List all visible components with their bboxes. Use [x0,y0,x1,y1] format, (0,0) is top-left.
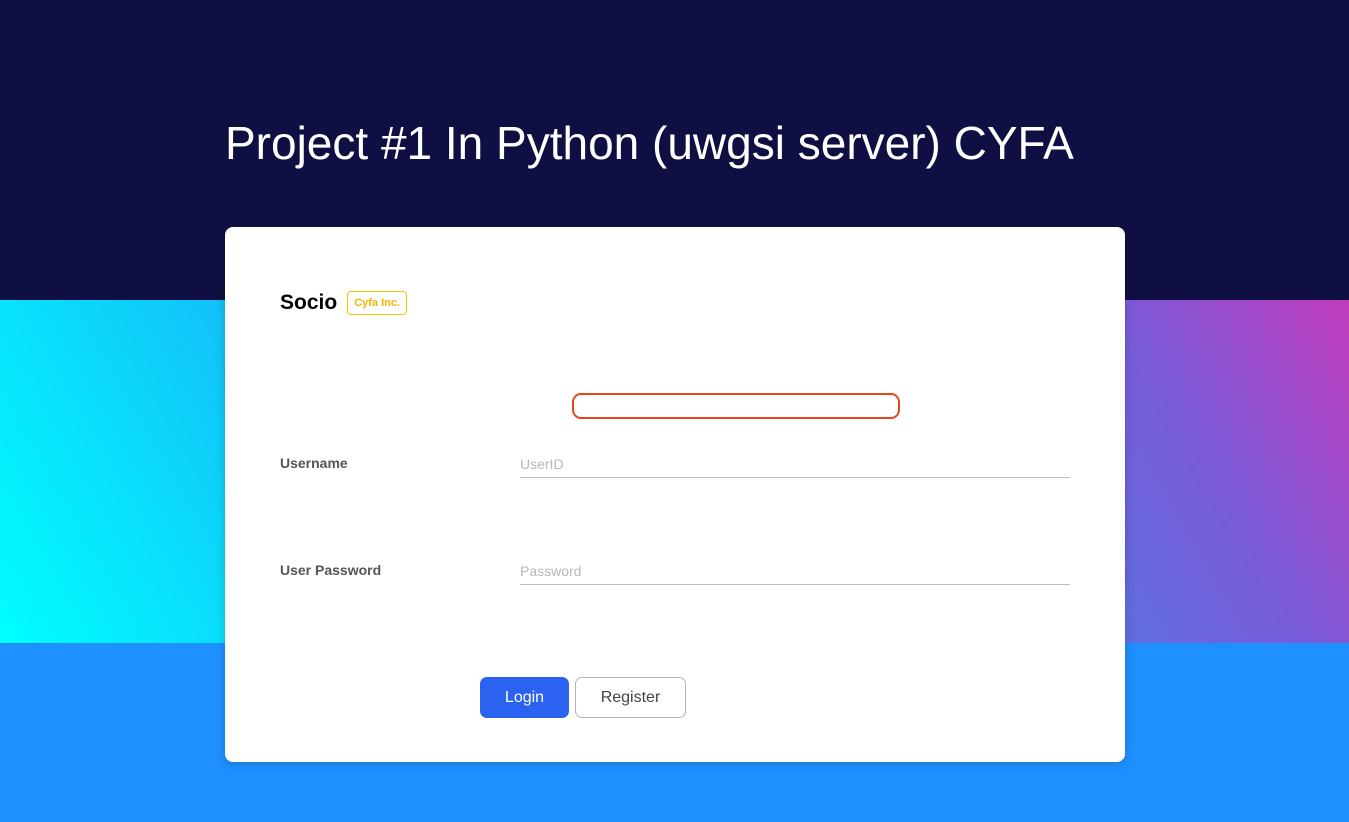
login-card: Socio Cyfa Inc. Username User Password L… [225,227,1125,762]
password-input[interactable] [520,558,1070,585]
login-button[interactable]: Login [480,677,569,718]
password-label: User Password [280,562,382,578]
error-message-box [572,393,900,419]
page-title: Project #1 In Python (uwgsi server) CYFA [225,117,1074,169]
username-input[interactable] [520,451,1070,478]
username-label: Username [280,455,348,471]
brand-badge: Cyfa Inc. [347,291,408,315]
brand-name: Socio [280,291,338,314]
brand: Socio Cyfa Inc. [280,291,408,315]
register-button[interactable]: Register [575,677,686,718]
login-page: Project #1 In Python (uwgsi server) CYFA… [0,0,1349,822]
